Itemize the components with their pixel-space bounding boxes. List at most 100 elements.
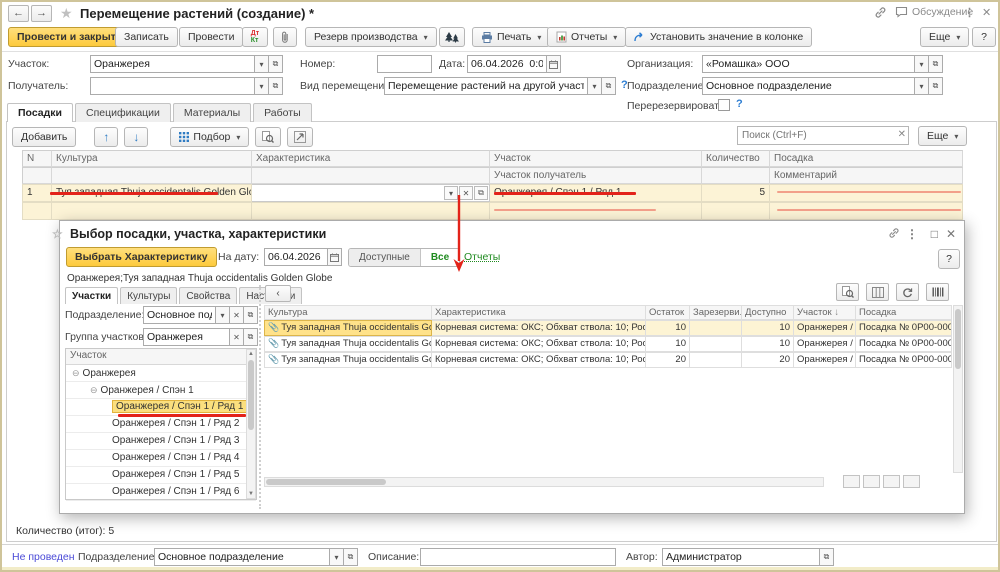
select-characteristic-button[interactable]: Выбрать Характеристику — [66, 247, 217, 267]
back-button[interactable]: ← — [8, 5, 29, 22]
dialog-podr-field[interactable] — [143, 306, 216, 324]
favorite-star-icon[interactable]: ★ — [60, 5, 73, 22]
tree-item[interactable]: ⊖Оранжерея — [66, 365, 256, 382]
panel-splitter[interactable] — [259, 285, 261, 509]
uchastok-open-icon[interactable]: ⧉ — [269, 55, 283, 73]
vid-dropdown-icon[interactable]: ▾ — [588, 77, 602, 95]
planting-cell[interactable]: Посадка № 0Р00-000143 — [856, 336, 952, 352]
collapse-icon[interactable]: ⊖ — [72, 368, 80, 378]
characteristic-cell[interactable]: Корневая система: ОКС; Обхват ствола: 10… — [432, 336, 646, 352]
tree-scrollbar[interactable]: ▲ ▼ — [246, 349, 256, 499]
plants-button[interactable] — [439, 27, 465, 47]
find-icon[interactable] — [836, 283, 859, 301]
description-field[interactable] — [420, 548, 616, 566]
dialog-table-row[interactable]: 📎Туя западная Thuja occidentalis Golden … — [264, 336, 952, 352]
footer-podr-field[interactable] — [154, 548, 330, 566]
page-first-button[interactable] — [843, 475, 860, 488]
calendar-icon[interactable] — [547, 55, 561, 73]
collapse-left-button[interactable]: ‹ — [265, 285, 291, 302]
col-plot[interactable]: Участок ↓ — [794, 305, 856, 320]
col-planting[interactable]: Посадка — [856, 305, 952, 320]
production-reserve-button[interactable]: Резерв производства▾ — [305, 27, 437, 47]
tab-materialy[interactable]: Материалы — [173, 103, 251, 122]
post-button[interactable]: Провести — [179, 27, 243, 47]
plot-cell[interactable]: Оранжерея / ... — [794, 352, 856, 368]
col-n[interactable]: N — [22, 150, 52, 167]
footer-podr-dropdown-icon[interactable]: ▾ — [330, 548, 344, 566]
available-cell[interactable]: 10 — [742, 320, 794, 336]
help-button[interactable]: ? — [972, 27, 996, 47]
col-comment[interactable]: Комментарий — [770, 167, 963, 184]
culture-cell[interactable]: 📎Туя западная Thuja occidentalis Golden … — [264, 336, 432, 352]
col-characteristic[interactable]: Характеристика — [252, 150, 490, 167]
poluchatel-open-icon[interactable]: ⧉ — [269, 77, 283, 95]
group-field[interactable] — [143, 328, 230, 346]
scroll-up-icon[interactable]: ▲ — [247, 351, 255, 357]
dialog-help-button[interactable]: ? — [938, 249, 960, 269]
group-clear-icon[interactable]: ✕ — [230, 328, 244, 346]
col-available[interactable]: Доступно — [742, 305, 794, 320]
tree-item[interactable]: Оранжерея / Спэн 1 / Ряд 5 — [66, 467, 256, 484]
rereserve-help-icon[interactable]: ? — [736, 98, 743, 110]
collapse-icon[interactable]: ⊖ — [90, 385, 98, 395]
tab-svoystva[interactable]: Свойства — [179, 287, 237, 304]
planting-cell[interactable]: Посадка № 0Р00-000144 — [856, 352, 952, 368]
col-characteristic[interactable]: Характеристика — [432, 305, 646, 320]
close-window-icon[interactable]: ✕ — [982, 6, 991, 19]
dialog-table-row[interactable]: 📎Туя западная Thuja occidentalis Golden … — [264, 352, 952, 368]
col-rest[interactable]: Остаток — [646, 305, 690, 320]
dialog-table-row[interactable]: 📎Туя западная Thuja occidentalis Golden … — [264, 320, 952, 336]
characteristic-cell[interactable]: Корневая система: ОКС; Обхват ствола: 10… — [432, 320, 646, 336]
plot-receiver-cell[interactable] — [490, 202, 702, 220]
col-qty[interactable]: Количество — [702, 150, 770, 167]
org-field[interactable] — [702, 55, 915, 73]
col-culture[interactable]: Культура — [52, 150, 252, 167]
tree-item[interactable]: Оранжерея / Спэн 1 / Ряд 6 — [66, 484, 256, 501]
date-field[interactable] — [467, 55, 547, 73]
reserved-cell[interactable] — [690, 336, 742, 352]
dialog-table-scrollbar[interactable] — [953, 305, 963, 473]
dialog-link-icon[interactable] — [888, 227, 900, 239]
scroll-down-icon[interactable]: ▼ — [247, 491, 255, 497]
page-prev-button[interactable] — [863, 475, 880, 488]
dialog-hscrollbar[interactable] — [264, 477, 824, 487]
vid-open-icon[interactable]: ⧉ — [602, 77, 616, 95]
plot-cell[interactable]: Оранжерея / ... — [794, 320, 856, 336]
characteristic-cell[interactable]: Корневая система: ОКС; Обхват ствола: 10… — [432, 352, 646, 368]
reserved-cell[interactable] — [690, 320, 742, 336]
columns-icon[interactable] — [866, 283, 889, 301]
tab-raboty[interactable]: Работы — [253, 103, 311, 122]
clear-search-icon[interactable]: ✕ — [898, 129, 906, 140]
podr-field[interactable] — [702, 77, 915, 95]
comment-cell[interactable] — [770, 202, 963, 220]
reports-button[interactable]: Отчеты▾ — [547, 27, 626, 47]
on-date-calendar-icon[interactable] — [328, 248, 342, 266]
planting-cell[interactable]: Посадка № 0Р00-000142 — [856, 320, 952, 336]
table-row-line2[interactable] — [22, 202, 963, 220]
col-plot-receiver[interactable]: Участок получатель — [490, 167, 702, 184]
page-last-button[interactable] — [903, 475, 920, 488]
col-reserved[interactable]: Зарезерви... — [690, 305, 742, 320]
footer-podr-open-icon[interactable]: ⧉ — [344, 548, 358, 566]
author-open-icon[interactable]: ⧉ — [820, 548, 834, 566]
move-up-button[interactable]: ↑ — [94, 127, 118, 147]
rest-cell[interactable]: 20 — [646, 352, 690, 368]
find-in-list-button[interactable] — [255, 127, 281, 147]
dialog-podr-clear-icon[interactable]: ✕ — [230, 306, 244, 324]
dialog-podr-open-icon[interactable]: ⧉ — [244, 306, 258, 324]
col-plot[interactable]: Участок — [490, 150, 702, 167]
tab-specifikacii[interactable]: Спецификации — [75, 103, 171, 122]
org-dropdown-icon[interactable]: ▾ — [915, 55, 929, 73]
refresh-icon[interactable] — [896, 283, 919, 301]
search-input[interactable] — [738, 127, 890, 144]
dialog-kebab-icon[interactable]: ⋮ — [906, 227, 918, 241]
grid-more-button[interactable]: Еще▾ — [918, 126, 967, 146]
col-planting[interactable]: Посадка — [770, 150, 963, 167]
on-date-field[interactable] — [264, 248, 328, 266]
available-cell[interactable]: 10 — [742, 336, 794, 352]
add-row-button[interactable]: Добавить — [12, 127, 76, 147]
available-cell[interactable]: 20 — [742, 352, 794, 368]
tree-item[interactable]: Оранжерея / Спэн 1 / Ряд 3 — [66, 433, 256, 450]
tree-item[interactable]: ⊖Оранжерея / Спэн 1 — [66, 382, 256, 399]
link-icon[interactable] — [874, 6, 887, 19]
